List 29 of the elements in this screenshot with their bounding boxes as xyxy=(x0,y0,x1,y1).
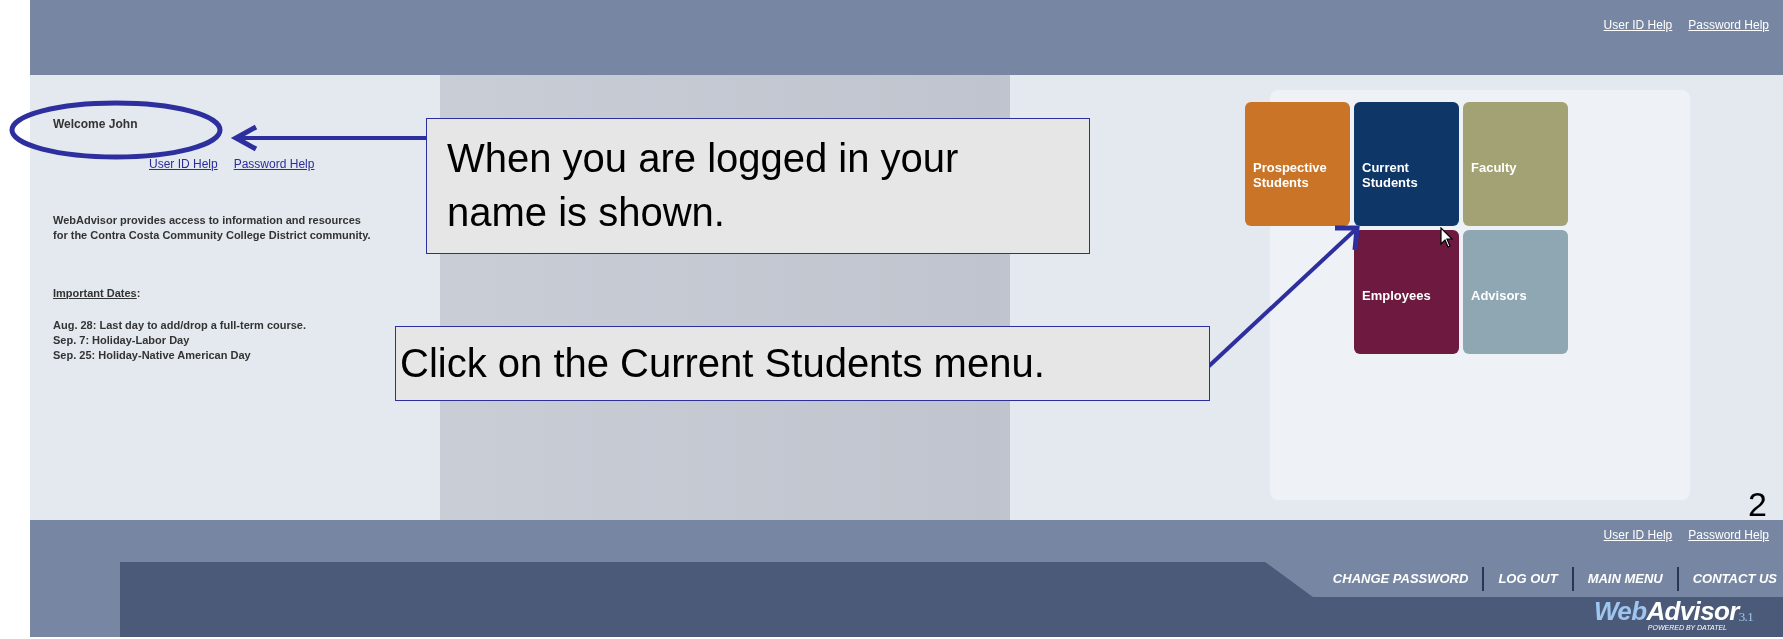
nav-link[interactable]: LOG OUT xyxy=(1498,568,1558,589)
help-link[interactable]: User ID Help xyxy=(1603,16,1673,34)
callout-box: Click on the Current Students menu. xyxy=(395,326,1210,401)
help-link[interactable]: User ID Help xyxy=(1603,526,1673,544)
arrow-icon xyxy=(230,124,428,152)
version-text: 3.1 xyxy=(1738,609,1753,625)
help-link[interactable]: Password Help xyxy=(1688,16,1769,34)
logo-text: Advisor xyxy=(1646,597,1739,625)
date-item: Sep. 7: Holiday-Labor Day xyxy=(53,332,191,348)
help-link[interactable]: User ID Help xyxy=(149,155,218,173)
intro-text: WebAdvisor provides access to information and resources for the Contra Costa Community College District community. xyxy=(53,213,372,243)
menu-tile[interactable]: Advisors xyxy=(1463,230,1568,354)
menu-tile[interactable]: Prospective Students xyxy=(1245,102,1350,226)
menu-tile[interactable]: Current Students xyxy=(1354,102,1459,226)
date-item: Aug. 28: Last day to add/drop a full-term course. xyxy=(53,317,308,333)
slide-number: 2 xyxy=(1748,484,1767,524)
colon-text: : xyxy=(136,286,141,301)
dates-heading: Important Dates xyxy=(53,286,137,301)
help-link[interactable]: Password Help xyxy=(1688,526,1769,544)
nav-link[interactable]: CHANGE PASSWORD xyxy=(1332,568,1469,589)
logo-text: Web xyxy=(1593,597,1647,625)
nav-link[interactable]: CONTACT US xyxy=(1692,568,1777,589)
callout-box: When you are logged in your name is shown. xyxy=(426,118,1090,254)
mouse-cursor-icon xyxy=(1440,227,1454,249)
help-link[interactable]: Password Help xyxy=(233,155,315,173)
menu-tile[interactable]: Employees xyxy=(1354,230,1459,354)
nav-link[interactable]: MAIN MENU xyxy=(1587,568,1663,589)
welcome-text: Welcome John xyxy=(53,116,139,133)
menu-tile[interactable]: Faculty xyxy=(1463,102,1568,226)
